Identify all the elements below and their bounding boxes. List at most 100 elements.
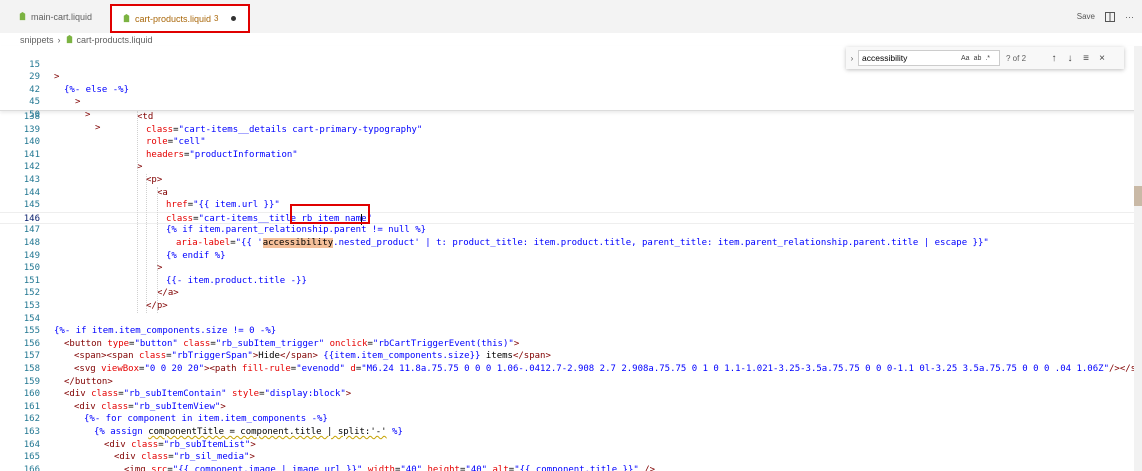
code-text: <span><span class="rbTriggerSpan">Hide</… [74, 350, 551, 363]
code-line[interactable]: 158 <svg viewBox="0 0 20 20"><path fill-r… [0, 363, 1142, 376]
breadcrumb-folder[interactable]: snippets [20, 35, 54, 45]
arrow-up-icon[interactable]: ↑ [1046, 53, 1062, 64]
code-editor[interactable]: 138 <td 139 class="cart-items__details cart… [0, 111, 1142, 471]
sticky-line[interactable]: 42 > [0, 71, 1134, 108]
token: alt [492, 464, 509, 471]
code-text: <div class="rb_subItemView"> [74, 401, 226, 414]
find-input[interactable] [859, 53, 961, 63]
code-line[interactable]: 166 <img src="{{ component.image | image_… [0, 464, 1134, 471]
code-line[interactable]: 147 {% if item.parent_relationship.parent… [0, 224, 1134, 237]
token: <a [157, 187, 168, 198]
chevron-right-icon: › [57, 34, 61, 45]
code-line[interactable]: 161 <div class="rb_subItemView"> [0, 401, 1134, 414]
token: "0 0 20 20" [144, 364, 205, 374]
code-line[interactable]: 149 {% endif %} [0, 250, 1134, 263]
code-line[interactable]: 141 headers="productInformation" [0, 149, 1134, 162]
more-actions-icon[interactable]: ··· [1125, 12, 1134, 22]
line-number: 161 [23, 401, 40, 412]
unsaved-dot-icon[interactable] [230, 16, 236, 21]
tab-cart-products[interactable]: cart-products.liquid 3 [110, 4, 250, 33]
code-text: <p> [146, 174, 162, 187]
code-line[interactable]: 164 <div class="rb_subItemList"> [0, 439, 1134, 452]
token: href [166, 200, 188, 211]
code-line[interactable]: 162 {%- for component in item.item_compon… [0, 413, 1134, 426]
token: "productInformation" [189, 149, 298, 160]
code-line[interactable]: 151 {{- item.product.title -}} [0, 275, 1134, 288]
token: {{item.item_components.size}} [317, 351, 486, 362]
selection-icon[interactable]: ≡ [1078, 53, 1094, 64]
code-text: </button> [64, 376, 113, 389]
code-line[interactable]: 156 <button type="button" class="rb_subIt… [0, 338, 1134, 351]
token: "rb_subItemContain" [123, 389, 232, 400]
sticky-line[interactable]: 50 > [0, 96, 1134, 133]
line-number: 165 [23, 452, 40, 463]
code-line[interactable]: 159 </button> [0, 376, 1134, 389]
breadcrumb: snippets › cart-products.liquid [0, 33, 1142, 46]
code-line[interactable]: 157 <span><span class="rbTriggerSpan">Hid… [0, 350, 1134, 363]
code-text: class="cart-items__details cart-primary-… [146, 124, 422, 137]
token: class [146, 124, 174, 135]
code-line[interactable]: 142 > [0, 161, 1134, 174]
code-line[interactable]: 146 class="cart-items__title rb_item_name… [0, 211, 1134, 225]
whole-word-icon[interactable]: ab [974, 55, 982, 62]
code-text: href="{{ item.url }}" [166, 199, 280, 212]
line-number: 162 [23, 414, 40, 425]
code-line[interactable]: 153 </p> [0, 300, 1134, 313]
split-editor-icon[interactable] [1105, 11, 1115, 22]
token: "40" [400, 464, 428, 471]
line-number: 157 [23, 351, 40, 362]
sticky-line[interactable]: 45 > [0, 84, 1134, 120]
vertical-scrollbar[interactable] [1134, 46, 1142, 471]
token: </button> [64, 376, 113, 387]
code-line[interactable]: 154 [0, 313, 1134, 326]
token: class [101, 401, 129, 412]
code-line[interactable]: 140 role="cell" [0, 136, 1134, 149]
code-line[interactable]: 163 {% assign componentTitle = component.… [0, 426, 1134, 439]
token: type [107, 338, 130, 349]
token: class [91, 389, 119, 400]
code-line[interactable]: 143 <p> [0, 174, 1134, 187]
arrow-down-icon[interactable]: ↓ [1062, 53, 1078, 64]
token: {% endif %} [166, 250, 226, 261]
token: aria-label [176, 238, 231, 248]
code-line[interactable]: 144 <a [0, 187, 1134, 200]
code-line[interactable]: 145 href="{{ item.url }}" [0, 199, 1134, 212]
code-line[interactable]: 138 <td [0, 111, 1134, 124]
token: "M6.24 11.8a.75.75 0 0 0 1.06-.0412.7-2.… [361, 364, 1109, 374]
token: /> [638, 464, 656, 471]
find-field: Aa ab .* [858, 50, 1000, 66]
line-number: 151 [23, 275, 40, 286]
breadcrumb-file[interactable]: cart-products.liquid [77, 35, 153, 45]
token: class [166, 213, 194, 224]
token: headers [146, 149, 184, 160]
line-number: 166 [23, 464, 40, 471]
highlight-box [290, 204, 370, 224]
close-icon[interactable]: × [1094, 53, 1110, 64]
code-line[interactable]: 148 aria-label="{{ 'accessibility.nested_… [0, 237, 1134, 250]
toggle-replace-icon[interactable]: › [846, 54, 858, 63]
save-button[interactable]: Save [1077, 12, 1095, 21]
code-line[interactable]: 160 <div class="rb_subItemContain" style=… [0, 388, 1134, 401]
tab-main-cart[interactable]: main-cart.liquid [8, 0, 108, 33]
tab-label: cart-products.liquid [135, 13, 212, 24]
token: src [151, 464, 168, 471]
code-text: {% endif %} [166, 250, 226, 263]
code-line[interactable]: 150 > [0, 262, 1134, 275]
code-text: <svg viewBox="0 0 20 20"><path fill-rule… [74, 363, 1142, 376]
token: style [231, 389, 260, 400]
scrollbar-thumb[interactable] [1134, 186, 1142, 206]
code-line[interactable]: 155 {%- if item.item_components.size != 0… [0, 325, 1134, 338]
token: "{{ ' [235, 238, 263, 248]
line-number: 156 [23, 338, 40, 349]
tab-label: main-cart.liquid [31, 11, 93, 22]
code-line[interactable]: 139 class="cart-items__details cart-prima… [0, 124, 1134, 137]
code-line[interactable]: 152 </a> [0, 287, 1134, 300]
match-case-icon[interactable]: Aa [961, 55, 970, 62]
match-count: ? of 2 [1006, 53, 1027, 63]
code-line[interactable]: 165 <div class="rb_sil_media"> [0, 451, 1134, 464]
code-text: {{- item.product.title -}} [166, 275, 307, 288]
code-text: {%- for component in item.item_component… [84, 413, 328, 426]
search-match: accessibility [262, 238, 334, 248]
token: "display:block" [264, 389, 346, 400]
regex-icon[interactable]: .* [985, 55, 990, 62]
